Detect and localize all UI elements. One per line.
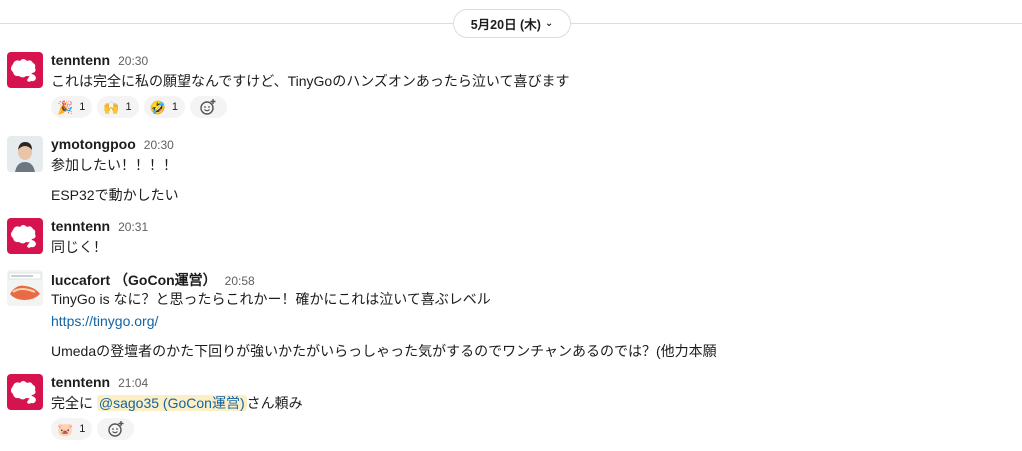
avatar[interactable] bbox=[7, 136, 43, 172]
author-name[interactable]: luccafort （GoCon運営） bbox=[51, 270, 217, 290]
reaction-party-popper[interactable]: 🎉 1 bbox=[51, 96, 93, 118]
message-text: Umedaの登壇者のかた下回りが強いかたがいらっしゃった気がするのでワンチャンあ… bbox=[51, 343, 717, 359]
reaction-count: 1 bbox=[79, 423, 86, 435]
author-name[interactable]: tenntenn bbox=[51, 218, 110, 234]
reactions-bar: 🎉 1 🙌 1 🤣 1 bbox=[51, 96, 1012, 118]
message-text: 参加したい！！！！ bbox=[51, 157, 177, 173]
chevron-down-icon: ⌄ bbox=[544, 18, 554, 29]
reaction-count: 1 bbox=[125, 101, 132, 113]
date-divider-button[interactable]: 5月20日 (木) ⌄ bbox=[453, 9, 571, 38]
add-emoji-icon bbox=[200, 99, 216, 115]
message-text: 完全に @sago35 (GoCon運営) さん頼み bbox=[51, 392, 1012, 414]
reaction-rolling-laughing[interactable]: 🤣 1 bbox=[143, 96, 185, 118]
reactions-bar: 🐷 1 bbox=[51, 418, 1012, 440]
pink-creature-icon: 🐷 bbox=[57, 421, 74, 437]
author-name[interactable]: tenntenn bbox=[51, 374, 110, 390]
add-emoji-icon bbox=[108, 421, 124, 437]
timestamp[interactable]: 20:58 bbox=[225, 274, 255, 288]
message-text: 同じく！ bbox=[51, 239, 107, 255]
message-text: これは完全に私の願望なんですけど、TinyGoのハンズオンあったら泣いて喜びます bbox=[51, 73, 570, 89]
message-text: ESP32で動かしたい bbox=[51, 187, 179, 203]
reaction-pink-creature[interactable]: 🐷 1 bbox=[51, 418, 93, 440]
reaction-count: 1 bbox=[79, 101, 86, 113]
message-text-after: さん頼み bbox=[246, 395, 303, 411]
timestamp[interactable]: 20:30 bbox=[144, 138, 174, 152]
timestamp[interactable]: 20:30 bbox=[118, 54, 148, 68]
timestamp[interactable]: 20:31 bbox=[118, 220, 148, 234]
avatar[interactable] bbox=[7, 374, 43, 410]
avatar[interactable] bbox=[7, 218, 43, 254]
user-mention[interactable]: @sago35 (GoCon運営) bbox=[96, 395, 247, 411]
reaction-count: 1 bbox=[171, 101, 178, 113]
timestamp[interactable]: 21:04 bbox=[118, 376, 148, 390]
author-name[interactable]: tenntenn bbox=[51, 52, 110, 68]
message-link[interactable]: https://tinygo.org/ bbox=[51, 310, 1012, 332]
party-popper-icon: 🎉 bbox=[57, 99, 74, 115]
message-text-before: 完全に bbox=[51, 395, 97, 411]
raised-hands-icon: 🙌 bbox=[103, 99, 120, 115]
date-label: 5月20日 (木) bbox=[470, 18, 541, 32]
rolling-laughing-icon: 🤣 bbox=[149, 99, 166, 115]
add-reaction-button[interactable] bbox=[97, 418, 135, 440]
add-reaction-button[interactable] bbox=[189, 96, 227, 118]
reaction-raised-hands[interactable]: 🙌 1 bbox=[97, 96, 139, 118]
author-name[interactable]: ymotongpoo bbox=[51, 136, 136, 152]
avatar[interactable] bbox=[7, 270, 43, 306]
avatar[interactable] bbox=[7, 52, 43, 88]
message-text: TinyGo is なに？と思ったらこれかー！確かにこれは泣いて喜ぶレベル bbox=[51, 291, 491, 307]
